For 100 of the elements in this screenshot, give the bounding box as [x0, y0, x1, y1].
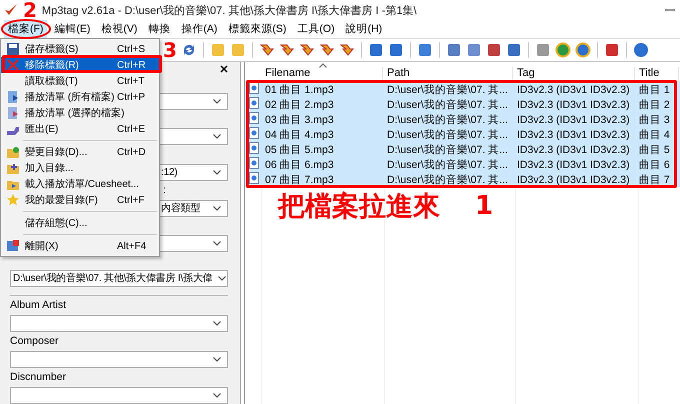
chevron-down-icon — [213, 356, 221, 362]
menu-option[interactable]: 播放清單 (所有檔案) Ctrl+P — [1, 89, 159, 105]
path-cell-text: D:\user\我的音樂\07. 其... — [386, 82, 509, 96]
exit-icon — [6, 239, 20, 253]
field-label: Discnumber — [10, 370, 66, 384]
menu-option[interactable]: 儲存組態(C)... — [1, 215, 159, 231]
chevron-down-icon — [213, 392, 221, 398]
chevron-down-icon — [213, 170, 221, 175]
title-cell-text: 曲目 1 — [638, 82, 671, 96]
dropdown-field[interactable] — [10, 314, 228, 332]
column-header[interactable]: Tag — [513, 67, 635, 81]
column-header[interactable]: Title — [635, 67, 679, 81]
title-cell-text: 曲目 3 — [638, 112, 671, 126]
cross-icon — [6, 58, 20, 72]
title-cell-text: 曲目 6 — [638, 158, 671, 172]
menu-option[interactable]: 匯出(E) Ctrl+E — [1, 121, 159, 137]
dropdown-field[interactable] — [10, 350, 228, 368]
arrow-icon[interactable] — [338, 42, 355, 58]
file-row[interactable]: 01 曲目 1.mp3 D:\user\我的音樂\07. 其... ID3v2.3 (ID3v1 ID3v2.3) 曲目 1 — [245, 82, 680, 97]
menu-option[interactable]: 讀取標籤(T) Ctrl+T — [1, 73, 159, 89]
filename-cell-text: 07 曲目 7.mp3 — [264, 172, 335, 186]
menu-option[interactable]: 播放清單 (選擇的檔案) — [1, 105, 159, 121]
chevron-down-icon — [213, 206, 221, 211]
arrow-icon[interactable] — [298, 42, 315, 58]
path-cell-text: D:\user\我的音樂\07. 其... — [386, 142, 509, 156]
path-cell-text: D:\user\我的音樂\07. 其... — [386, 158, 509, 172]
filename-cell-text: 06 曲目 6.mp3 — [264, 158, 335, 172]
audio-file-icon — [249, 112, 259, 124]
chevron-down-icon — [213, 134, 221, 140]
title-cell-text: 曲目 4 — [638, 128, 671, 142]
step-number: 1 — [475, 193, 494, 219]
menu-item[interactable]: 檢視(V) — [97, 20, 142, 38]
filename-cell-text: 04 曲目 4.mp3 — [264, 128, 335, 142]
file-row[interactable]: 03 曲目 3.mp3 D:\user\我的音樂\07. 其... ID3v2.3 (ID3v1 ID3v2.3) 曲目 3 — [245, 112, 680, 127]
tag-cell-text: ID3v2.3 (ID3v1 ID3v2.3) — [516, 84, 631, 96]
menu-option[interactable]: 載入播放清單/Cuesheet... — [1, 176, 159, 192]
filename-cell-text: 02 曲目 2.mp3 — [264, 98, 335, 112]
title-cell-text: 曲目 5 — [638, 142, 671, 156]
menu-item[interactable]: 轉換 — [144, 20, 174, 38]
file-row[interactable]: 04 曲目 4.mp3 D:\user\我的音樂\07. 其... ID3v2.3 (ID3v1 ID3v2.3) 曲目 4 — [245, 127, 680, 142]
menu-item[interactable]: 標籤來源(S) — [224, 20, 290, 38]
menu-item[interactable]: 工具(O) — [293, 20, 339, 38]
chevron-down-icon — [218, 276, 226, 281]
chevron-down-icon — [213, 320, 221, 326]
star-icon — [6, 193, 20, 207]
audio-file-icon — [249, 97, 259, 109]
app-logo-icon — [4, 3, 18, 17]
field-label: Album Artist — [10, 298, 66, 312]
arrow-icon[interactable] — [278, 42, 295, 58]
menu-option[interactable]: 加入目錄... — [1, 160, 159, 176]
playlist-icon — [6, 90, 20, 104]
dropdown-field[interactable] — [10, 386, 228, 404]
field-label: : — [163, 184, 166, 197]
sort-caret-icon — [319, 63, 327, 68]
menu-option[interactable]: 我的最愛目錄(F) Ctrl+F — [1, 192, 159, 208]
playlist-icon — [6, 106, 20, 120]
tag-cell-text: ID3v2.3 (ID3v1 ID3v2.3) — [516, 174, 631, 186]
close-icon[interactable] — [220, 64, 228, 73]
title-cell-text: 曲目 7 — [638, 172, 671, 186]
step-number: 2 — [23, 0, 37, 20]
column-header[interactable]: Filename — [261, 67, 383, 81]
filename-cell-text: 01 曲目 1.mp3 — [264, 82, 335, 96]
dropdown-field[interactable]: D:\user\我的音樂\07. 其他\孫大偉書房 I\孫大偉 — [10, 270, 228, 287]
tag-cell-text: ID3v2.3 (ID3v1 ID3v2.3) — [516, 98, 631, 110]
path-cell-text: D:\user\我的音樂\07. 其... — [386, 98, 509, 112]
audio-file-icon — [249, 142, 259, 154]
menu-item[interactable]: 編輯(E) — [50, 20, 94, 38]
folder-check-icon — [6, 145, 20, 159]
chevron-down-icon — [213, 99, 221, 104]
audio-file-icon — [249, 172, 259, 184]
caption-text: 把檔案拉進來 — [278, 193, 440, 220]
file-row[interactable]: 05 曲目 5.mp3 D:\user\我的音樂\07. 其... ID3v2.3 (ID3v1 ID3v2.3) 曲目 5 — [245, 142, 680, 157]
column-header[interactable]: Path — [383, 67, 513, 81]
menu-option[interactable]: 儲存標籤(S) Ctrl+S — [1, 41, 159, 57]
tag-cell-text: ID3v2.3 (ID3v1 ID3v2.3) — [516, 128, 631, 140]
file-row[interactable]: 06 曲目 6.mp3 D:\user\我的音樂\07. 其... ID3v2.3 (ID3v1 ID3v2.3) 曲目 6 — [245, 157, 680, 172]
chevron-down-icon — [213, 240, 221, 246]
menu-option[interactable]: 變更目錄(D)... Ctrl+D — [1, 144, 159, 160]
window-title: Mp3tag v2.61a - D:\user\我的音樂\07. 其他\孫大偉書房 I\孫大偉書房 I -第1集\ — [42, 4, 418, 18]
title-cell-text: 曲目 2 — [638, 98, 671, 112]
path-cell-text: D:\user\我的音樂\07. 其... — [386, 172, 509, 186]
menu-option[interactable]: 離開(X) Alt+F4 — [1, 238, 159, 254]
field-label: Composer — [10, 334, 58, 348]
tag-cell-text: ID3v2.3 (ID3v1 ID3v2.3) — [516, 158, 631, 170]
audio-file-icon — [249, 127, 259, 139]
path-cell-text: D:\user\我的音樂\07. 其... — [386, 112, 509, 126]
folder-plus-icon — [6, 161, 20, 175]
filename-cell-text: 03 曲目 3.mp3 — [264, 112, 335, 126]
audio-file-icon — [249, 82, 259, 94]
arrow-icon[interactable] — [318, 42, 335, 58]
menu-item[interactable]: 說明(H) — [342, 20, 386, 38]
menu-item[interactable]: 操作(A) — [177, 20, 222, 38]
tag-cell-text: ID3v2.3 (ID3v1 ID3v2.3) — [516, 114, 631, 126]
audio-file-icon — [249, 157, 259, 169]
file-row[interactable]: 02 曲目 2.mp3 D:\user\我的音樂\07. 其... ID3v2.3 (ID3v1 ID3v2.3) 曲目 2 — [245, 97, 680, 112]
step-number: 3 — [163, 40, 177, 60]
filename-cell-text: 05 曲目 5.mp3 — [264, 142, 335, 156]
highlight-ellipse — [1, 19, 51, 39]
arrow-icon[interactable] — [258, 42, 275, 58]
tag-cell-text: ID3v2.3 (ID3v1 ID3v2.3) — [516, 144, 631, 156]
